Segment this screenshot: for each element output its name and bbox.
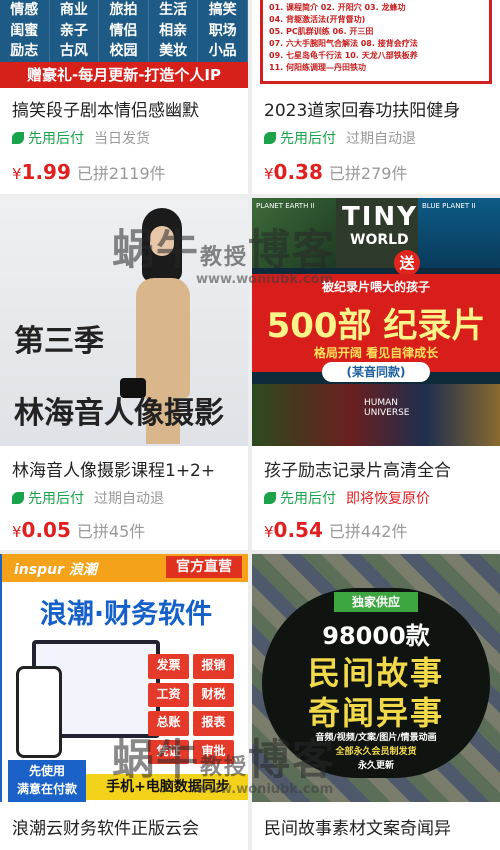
product-title: 搞笑段子剧本情侣感幽默 [12, 101, 199, 121]
product-title: 浪潮云财务软件正版云会 [12, 819, 199, 839]
currency-symbol: ¥ [264, 165, 274, 183]
category-tag: 闺蜜 [0, 20, 50, 42]
product-card[interactable]: 01. 课程简介 02. 开阳穴 03. 龙蜂功 04. 背躯激活法(开背督功) 0… [252, 0, 500, 194]
feature-chip: 财税 [193, 682, 234, 707]
product-card[interactable]: inspur 浪潮 官方直营 浪潮·财务软件 发票 报销 工资 财税 总账 报表 凭证 审批 … [0, 554, 248, 850]
tag-grid: 情感 商业 旅拍 生活 搞笑闺蜜 亲子 情侣 相亲 职场励志 古风 校园 美妆 小品 [0, 0, 248, 62]
category-tag: 商业 [50, 0, 100, 21]
phone-mockup [16, 666, 62, 758]
category-tag: 相亲 [149, 20, 199, 42]
price-row: ¥0.54 已拼442件 [264, 518, 407, 542]
pay-later-icon [264, 132, 276, 144]
tiny-label: TINY [342, 202, 418, 232]
pay-later-row: 先用后付 当日发货 [12, 128, 150, 148]
same-style-badge: (某音同款) [322, 362, 430, 382]
price-value: 1.99 [21, 160, 71, 184]
brand-logo: inspur 浪潮 [14, 562, 97, 578]
world-label: WORLD [350, 232, 409, 248]
human-universe-label: HUMAN UNIVERSE [364, 398, 410, 418]
pay-later-icon [12, 132, 24, 144]
feature-chip: 工资 [148, 682, 189, 707]
shipping-label: 过期自动退 [346, 131, 416, 147]
pay-later-label: 先用后付 [280, 131, 336, 147]
product-card[interactable]: 情感 商业 旅拍 生活 搞笑闺蜜 亲子 情侣 相亲 职场励志 古风 校园 美妆 小品 赠豪礼-每月更新-… [0, 0, 248, 194]
gift-badge: 送 [394, 250, 420, 276]
currency-symbol: ¥ [12, 165, 22, 183]
shipping-label: 过期自动退 [94, 491, 164, 507]
product-title: 孩子励志记录片高清全合 [264, 461, 451, 481]
category-tag: 校园 [99, 41, 149, 62]
category-tag: 情感 [0, 0, 50, 21]
shipping-label: 当日发货 [94, 131, 150, 147]
product-title: 民间故事素材文案奇闻异 [264, 819, 451, 839]
product-card[interactable]: 独家供应 98000款 民间故事 奇闻异事 音频/视频/文案/图片/情景动画 全… [252, 554, 500, 850]
category-tag: 美妆 [149, 41, 199, 62]
exclusive-badge: 独家供应 [334, 592, 418, 612]
product-thumbnail[interactable]: 01. 课程简介 02. 开阳穴 03. 龙蜂功 04. 背躯激活法(开背督功) 0… [252, 0, 500, 88]
category-tag: 生活 [149, 0, 199, 21]
category-tag: 古风 [50, 41, 100, 62]
currency-symbol: ¥ [12, 523, 22, 541]
outline-line: 07. 六大手腕阳气合解法 08. 接背会疗法 [269, 39, 418, 48]
category-tag: 励志 [0, 41, 50, 62]
outline-line: 11. 何阳练调理—丹田铁功 [269, 63, 366, 72]
pay-later-label: 先用后付 [28, 491, 84, 507]
pay-later-label: 先用后付 [280, 491, 336, 507]
headline-label: 浪潮·财务软件 [39, 599, 213, 630]
price-value: 0.05 [21, 518, 71, 542]
planet-earth-label: PLANET EARTH II [256, 202, 315, 210]
category-tag: 搞笑 [198, 0, 248, 21]
shipping-label: 即将恢复原价 [346, 491, 430, 507]
pay-later-row: 先用后付 过期自动退 [264, 128, 416, 148]
outline-line: 04. 背躯激活法(开背督功) [269, 15, 366, 24]
sold-count: 已拼442件 [328, 522, 408, 541]
blue-planet-label: BLUE PLANET II [422, 202, 476, 210]
product-title: 2023道家回春功扶阳健身 [264, 101, 461, 121]
season-label: 第三季 [14, 324, 104, 359]
price-value: 0.38 [273, 160, 323, 184]
product-grid: 情感 商业 旅拍 生活 搞笑闺蜜 亲子 情侣 相亲 职场励志 古风 校园 美妆 小品 赠豪礼-每月更新-… [0, 0, 500, 850]
sold-count: 已拼45件 [76, 522, 146, 541]
price-row: ¥0.38 已拼279件 [264, 160, 407, 184]
documentary-count-label: 500部 纪录片 [266, 306, 486, 346]
price-value: 0.54 [273, 518, 323, 542]
pay-later-row: 先用后付 即将恢复原价 [264, 488, 430, 508]
feature-chip: 发票 [148, 654, 189, 679]
sold-count: 已拼279件 [328, 164, 408, 183]
feature-chip: 报销 [193, 654, 234, 679]
watermark-url-bottom: www.woniubk.com [196, 782, 334, 797]
pay-later-icon [264, 492, 276, 504]
product-thumbnail[interactable]: 情感 商业 旅拍 生活 搞笑闺蜜 亲子 情侣 相亲 职场励志 古风 校园 美妆 小品 赠豪礼-每月更新-… [0, 0, 248, 88]
category-tag: 情侣 [99, 20, 149, 42]
product-title: 林海音人像摄影课程1+2+ [12, 461, 216, 481]
category-tag: 亲子 [50, 20, 100, 42]
category-tag: 旅拍 [99, 0, 149, 21]
official-store-badge: 官方直营 [166, 556, 242, 578]
sold-count: 已拼2119件 [76, 164, 166, 183]
outline-line: 05. PC肌群训练 06. 开三田 [269, 27, 374, 36]
currency-symbol: ¥ [264, 523, 274, 541]
item-count-label: 98000款 [322, 622, 430, 650]
watermark-top: 蜗牛教授博客 [112, 225, 337, 274]
course-outline: 01. 课程简介 02. 开阳穴 03. 龙蜂功 04. 背躯激活法(开背督功) 0… [269, 2, 483, 74]
price-row: ¥0.05 已拼45件 [12, 518, 145, 542]
promo-strip: 赠豪礼-每月更新-打造个人IP [0, 62, 248, 88]
slogan-label: 格局开阔 看见自律成长 [313, 346, 439, 360]
category-tag: 小品 [198, 41, 248, 62]
price-row: ¥1.99 已拼2119件 [12, 160, 166, 184]
watermark-url-top: www.woniubk.com [196, 272, 334, 287]
watermark-bottom: 蜗牛教授博客 [112, 735, 337, 784]
category-tag: 职场 [198, 20, 248, 42]
pay-later-icon [12, 492, 24, 504]
outline-line: 01. 课程简介 02. 开阳穴 03. 龙蜂功 [269, 3, 406, 12]
course-name-label: 林海音人像摄影 [14, 396, 224, 431]
pay-later-label: 先用后付 [28, 131, 84, 147]
pay-after-tag: 先使用 满意在付款 [8, 760, 86, 802]
pay-later-row: 先用后付 过期自动退 [12, 488, 164, 508]
outline-line: 09. 七星岛龟千行法 10. 天龙八部铁板养 [269, 51, 418, 60]
